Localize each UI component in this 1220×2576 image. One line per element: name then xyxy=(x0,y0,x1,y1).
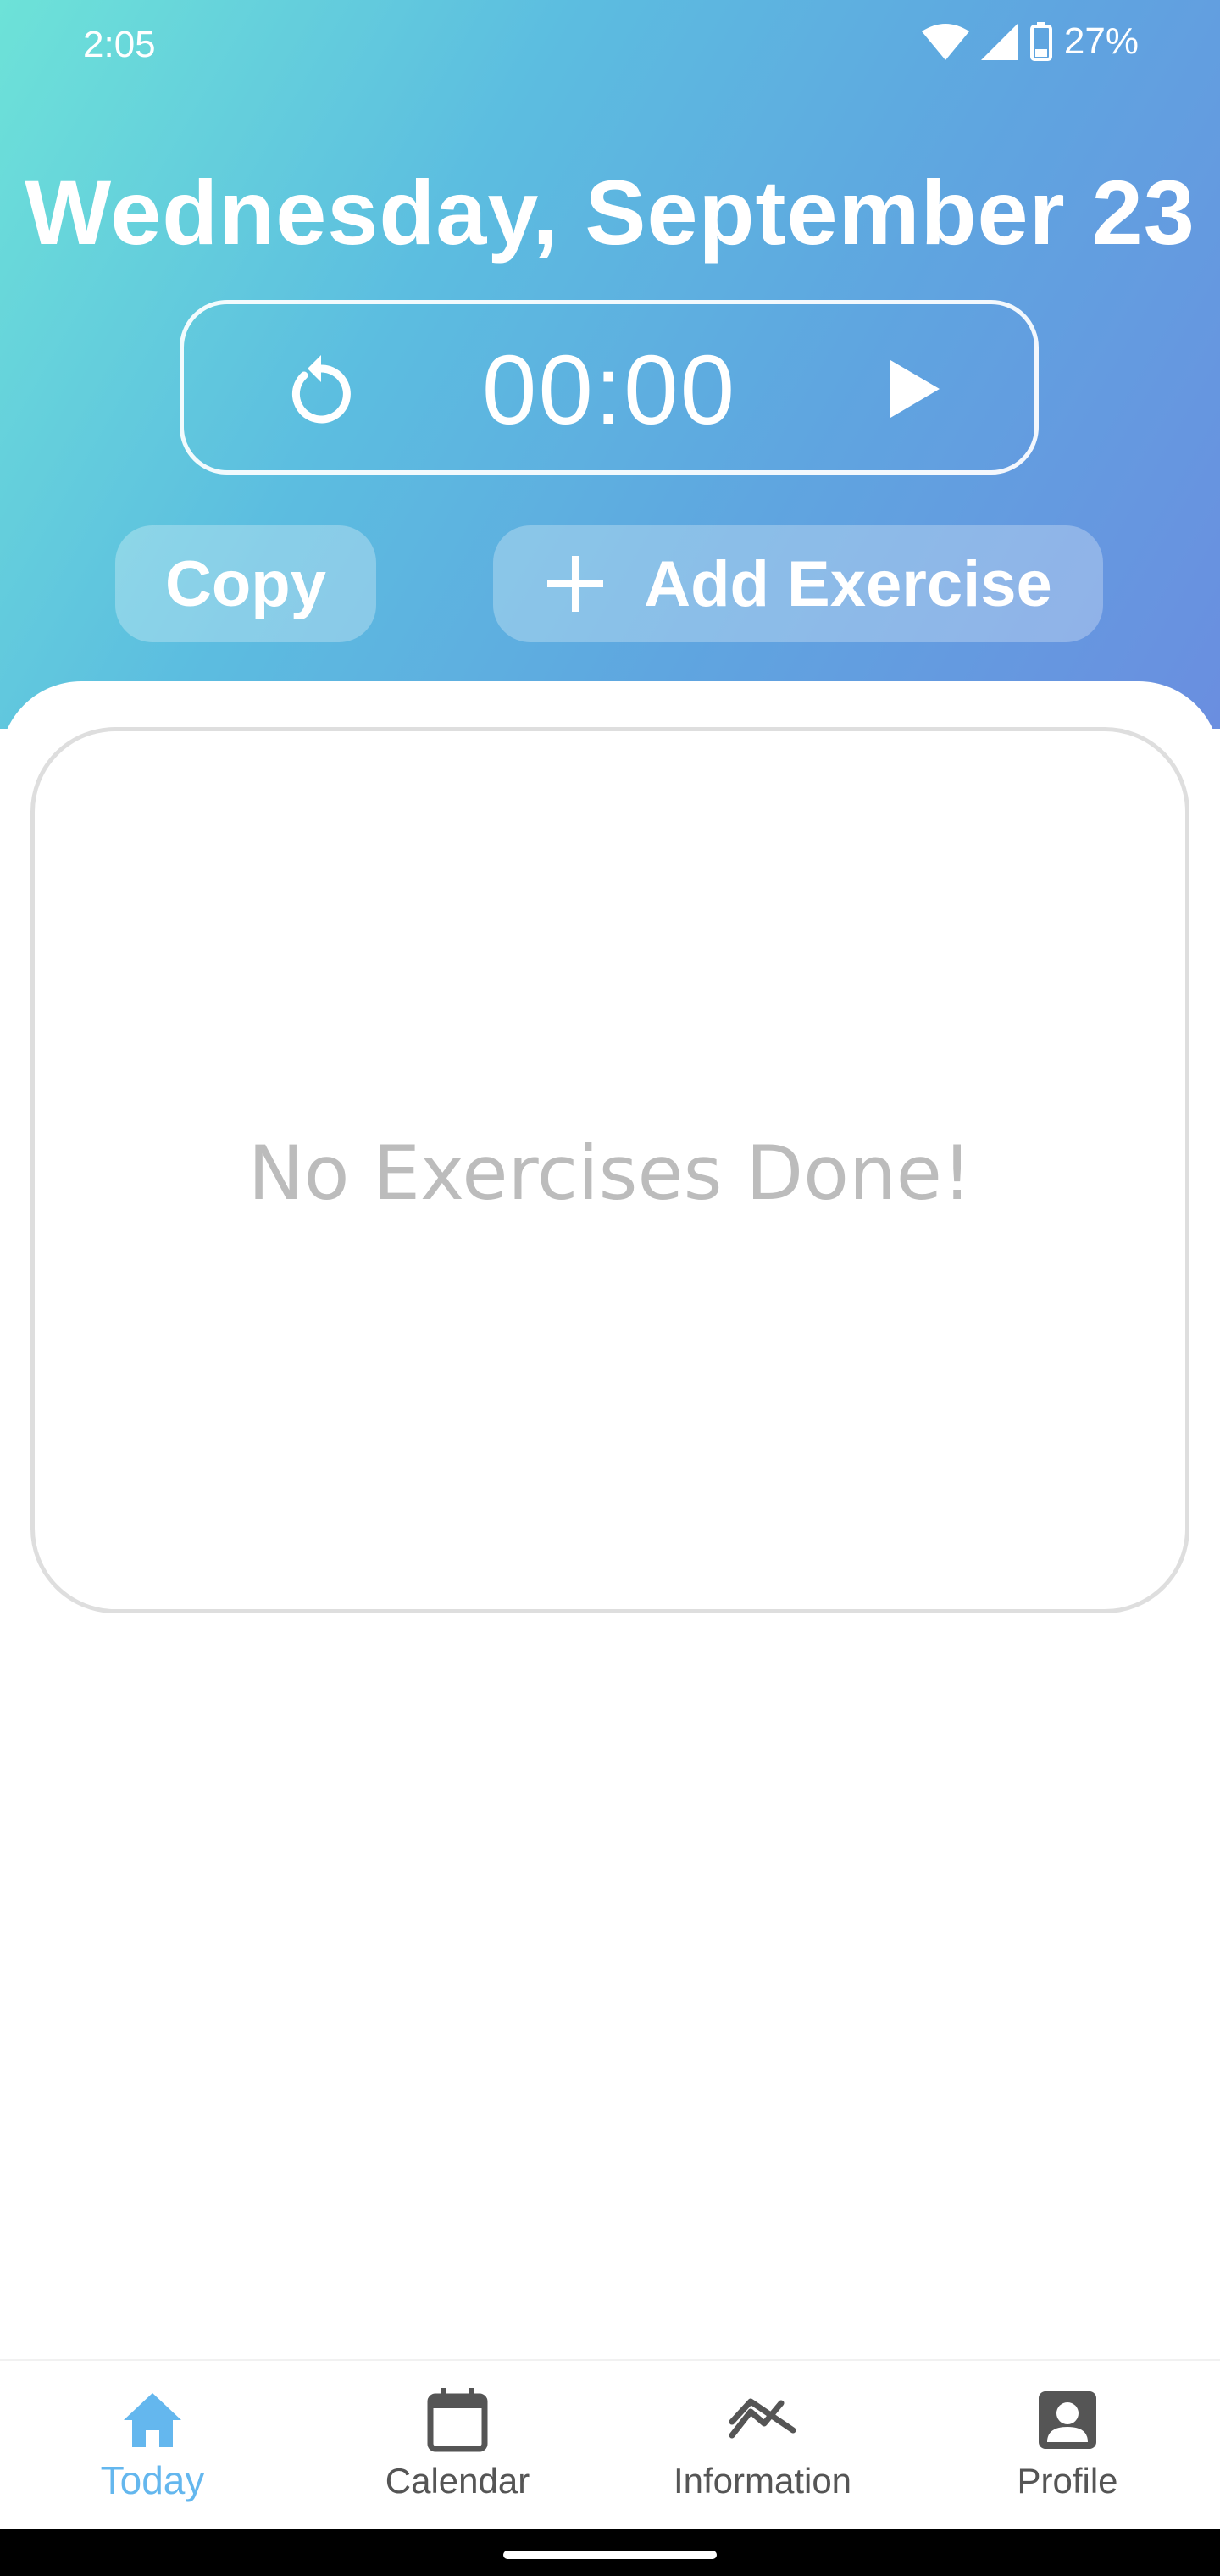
bottom-navigation: Today Calendar Information Profile xyxy=(0,2359,1220,2530)
system-gesture-bar xyxy=(0,2529,1220,2576)
nav-label-today: Today xyxy=(100,2458,205,2502)
plus-icon xyxy=(547,556,604,612)
calendar-icon xyxy=(427,2388,488,2452)
signal-icon xyxy=(980,23,1018,60)
play-icon xyxy=(890,360,940,418)
header-background: 2:05 27% Wednesday, September 23 00:00 C… xyxy=(0,0,1220,729)
status-bar: 2:05 27% xyxy=(0,0,1220,88)
date-title: Wednesday, September 23 xyxy=(25,161,1195,264)
home-icon xyxy=(124,2393,181,2447)
wifi-icon xyxy=(921,24,969,60)
exercise-list-card: No Exercises Done! xyxy=(30,727,1190,1613)
add-exercise-button[interactable]: Add Exercise xyxy=(493,525,1103,642)
empty-state-message: No Exercises Done! xyxy=(247,1130,973,1217)
workout-timer: 00:00 xyxy=(180,300,1039,475)
trend-icon xyxy=(729,2398,796,2439)
nav-item-information[interactable]: Information xyxy=(610,2386,915,2501)
battery-percentage: 27% xyxy=(1063,20,1139,62)
nav-label-profile: Profile xyxy=(1017,2461,1118,2501)
timer-play-button[interactable] xyxy=(870,347,955,431)
profile-icon xyxy=(1039,2391,1096,2449)
status-time: 2:05 xyxy=(83,24,156,65)
status-icons: 27% xyxy=(921,20,1139,63)
nav-item-profile[interactable]: Profile xyxy=(915,2386,1220,2501)
nav-label-information: Information xyxy=(673,2461,852,2501)
battery-icon xyxy=(1029,22,1052,61)
nav-item-today[interactable]: Today xyxy=(0,2386,305,2503)
nav-item-calendar[interactable]: Calendar xyxy=(305,2386,610,2501)
copy-button-label: Copy xyxy=(165,547,326,620)
add-exercise-label: Add Exercise xyxy=(644,547,1052,620)
copy-button[interactable]: Copy xyxy=(115,525,376,642)
gesture-handle[interactable] xyxy=(503,2551,717,2559)
nav-label-calendar: Calendar xyxy=(385,2461,530,2501)
